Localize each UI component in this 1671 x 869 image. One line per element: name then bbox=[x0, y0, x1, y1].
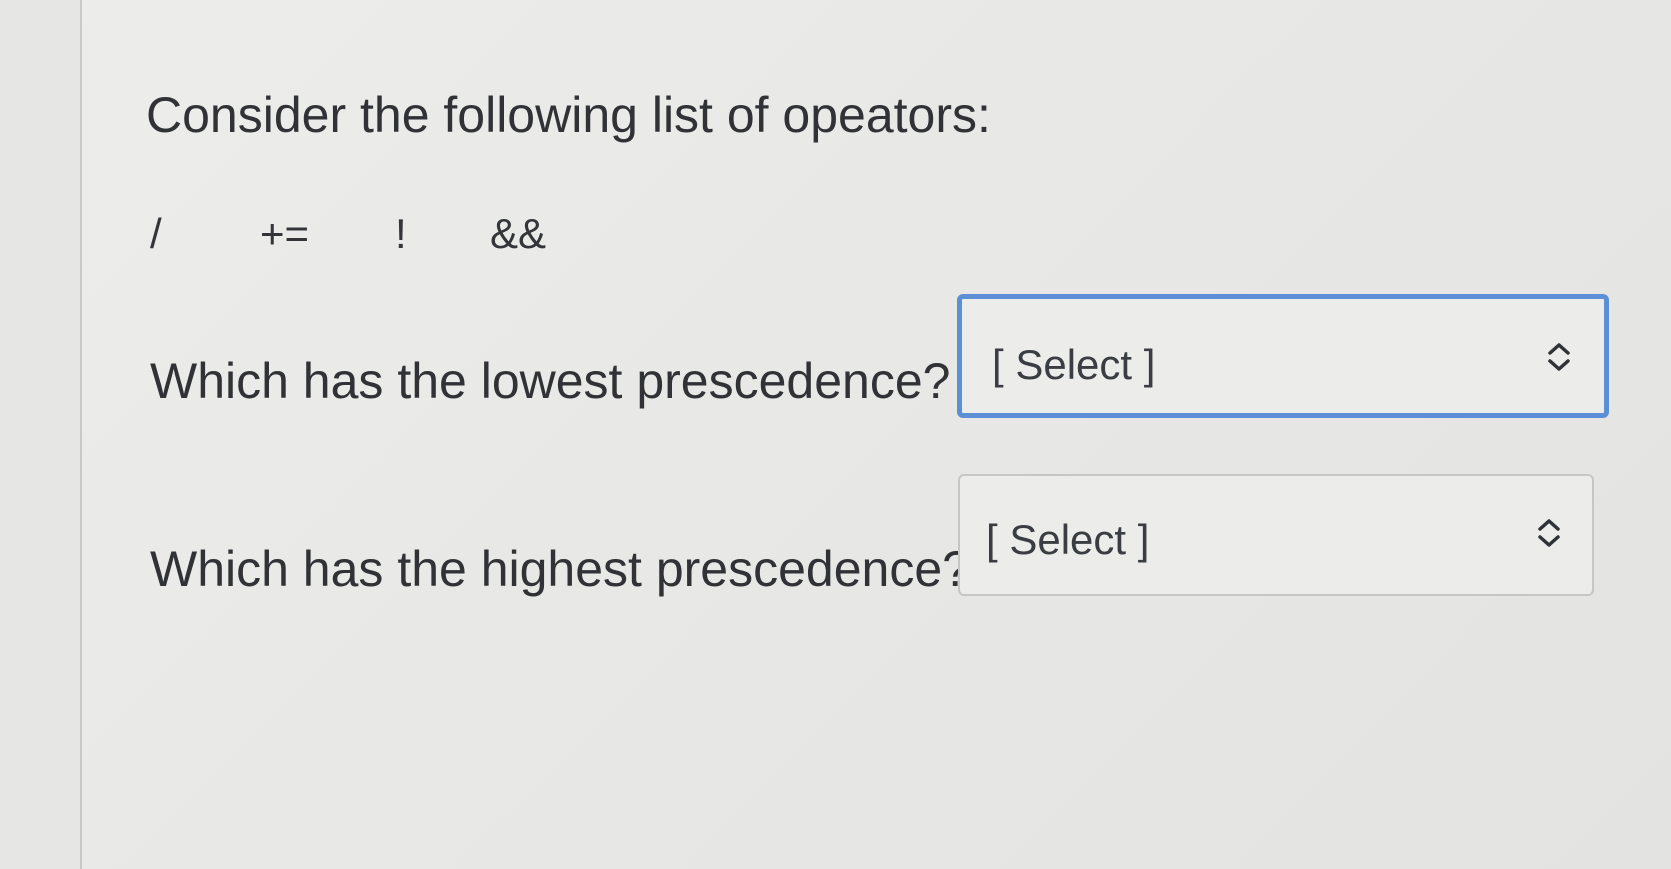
highest-precedence-select[interactable]: [ Select ] bbox=[958, 474, 1594, 596]
highest-precedence-label: Which has the highest prescedence? bbox=[150, 541, 970, 597]
question-text: Consider the following list of opeators: bbox=[146, 87, 991, 143]
lowest-precedence-label: Which has the lowest prescedence? bbox=[150, 353, 951, 409]
operator-item: += bbox=[260, 210, 310, 257]
operator-item: && bbox=[490, 210, 547, 257]
rail-divider bbox=[80, 0, 82, 869]
select-value: [ Select ] bbox=[986, 516, 1150, 563]
select-value: [ Select ] bbox=[992, 341, 1156, 388]
chevron-up-down-icon bbox=[1548, 343, 1570, 371]
operator-item: / bbox=[150, 210, 162, 257]
chevron-up-down-icon bbox=[1538, 519, 1560, 547]
lowest-precedence-select[interactable]: [ Select ] bbox=[957, 294, 1609, 418]
left-rail bbox=[0, 0, 80, 869]
operator-item: ! bbox=[395, 210, 407, 257]
